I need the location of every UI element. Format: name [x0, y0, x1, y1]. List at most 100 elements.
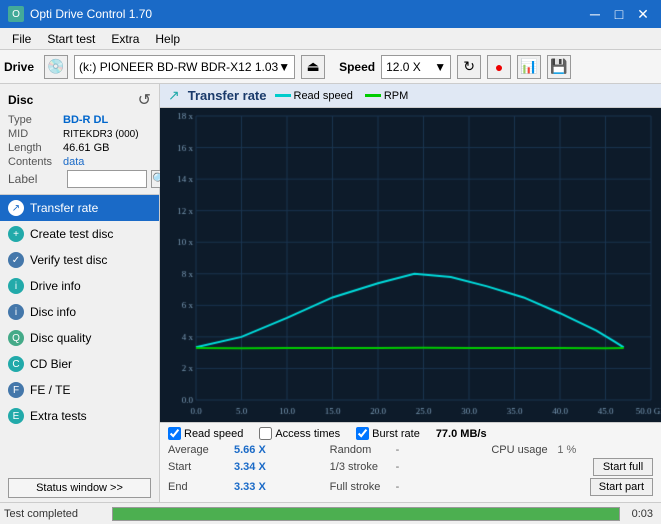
app-title: Opti Drive Control 1.70: [30, 7, 152, 21]
chart-title: Transfer rate: [188, 88, 267, 103]
menu-extra[interactable]: Extra: [103, 30, 147, 48]
extra-tests-icon: E: [8, 408, 24, 424]
chart-canvas: [160, 108, 661, 422]
stats-row-2: Start 3.34 X 1/3 stroke - Start full: [168, 458, 653, 476]
status-time: 0:03: [628, 508, 657, 520]
speed-value: 12.0 X: [386, 60, 421, 74]
burst-rate-checkbox[interactable]: Burst rate: [356, 427, 420, 440]
speed-select[interactable]: 12.0 X ▼: [381, 55, 451, 79]
read-speed-checkbox[interactable]: Read speed: [168, 427, 243, 440]
burst-rate-check[interactable]: [356, 427, 369, 440]
close-button[interactable]: ✕: [633, 4, 653, 24]
random-label: Random: [330, 444, 390, 456]
stroke13-label: 1/3 stroke: [330, 461, 390, 473]
transfer-rate-icon: ↗: [8, 200, 24, 216]
nav-disc-info[interactable]: i Disc info: [0, 299, 159, 325]
title-bar: O Opti Drive Control 1.70 ─ □ ✕: [0, 0, 661, 28]
average-col: Average 5.66 X: [168, 444, 330, 456]
contents-label: Contents: [8, 156, 63, 168]
access-times-check[interactable]: [259, 427, 272, 440]
nav-verify-test-disc-label: Verify test disc: [30, 253, 107, 267]
drive-icon-button[interactable]: 💿: [44, 55, 68, 79]
mid-value: RITEKDR3 (000): [63, 129, 139, 140]
record-button[interactable]: ●: [487, 55, 511, 79]
sidebar: Disc ↺ Type BD-R DL MID RITEKDR3 (000) L…: [0, 84, 160, 502]
eject-button[interactable]: ⏏: [301, 55, 325, 79]
start-part-button[interactable]: Start part: [590, 478, 653, 496]
legend-read-speed-color: [275, 94, 291, 97]
nav-fe-te-label: FE / TE: [30, 383, 70, 397]
verify-test-disc-icon: ✓: [8, 252, 24, 268]
stats-area: Read speed Access times Burst rate 77.0 …: [160, 422, 661, 502]
nav-drive-info[interactable]: i Drive info: [0, 273, 159, 299]
read-speed-check[interactable]: [168, 427, 181, 440]
save-button[interactable]: 💾: [547, 55, 571, 79]
burst-value: 77.0 MB/s: [436, 428, 487, 440]
start-value: 3.34 X: [234, 461, 266, 473]
status-bar: Test completed 0:03: [0, 502, 661, 524]
average-value: 5.66 X: [234, 444, 266, 456]
content-area: ↗ Transfer rate Read speed RPM: [160, 84, 661, 502]
nav-cd-bier[interactable]: C CD Bier: [0, 351, 159, 377]
create-test-disc-icon: +: [8, 226, 24, 242]
nav-disc-quality[interactable]: Q Disc quality: [0, 325, 159, 351]
chart-button[interactable]: 📊: [517, 55, 541, 79]
stats-row-3: End 3.33 X Full stroke - Start part: [168, 478, 653, 496]
stats-table: Average 5.66 X Random - CPU usage 1 % St…: [168, 444, 653, 496]
drive-select[interactable]: (k:) PIONEER BD-RW BDR-X12 1.03 ▼: [74, 55, 295, 79]
menu-file[interactable]: File: [4, 30, 39, 48]
cpu-value: 1 %: [557, 444, 576, 456]
start-full-col: Start full: [491, 458, 653, 476]
start-part-col: Start part: [491, 478, 653, 496]
stroke13-value: -: [396, 461, 400, 473]
chart-header-icon: ↗: [168, 87, 180, 104]
disc-panel: Disc ↺ Type BD-R DL MID RITEKDR3 (000) L…: [0, 84, 159, 195]
contents-value: data: [63, 156, 84, 168]
full-stroke-value: -: [396, 481, 400, 493]
refresh-button[interactable]: ↻: [457, 55, 481, 79]
full-stroke-label: Full stroke: [330, 481, 390, 493]
drive-name: (k:) PIONEER BD-RW BDR-X12 1.03: [79, 60, 278, 74]
start-full-button[interactable]: Start full: [593, 458, 653, 476]
status-window-button[interactable]: Status window >>: [8, 478, 151, 498]
menu-start-test[interactable]: Start test: [39, 30, 103, 48]
nav-fe-te[interactable]: F FE / TE: [0, 377, 159, 403]
cpu-label: CPU usage: [491, 444, 551, 456]
main-layout: Disc ↺ Type BD-R DL MID RITEKDR3 (000) L…: [0, 84, 661, 502]
end-label: End: [168, 481, 228, 493]
average-label: Average: [168, 444, 228, 456]
nav-extra-tests[interactable]: E Extra tests: [0, 403, 159, 429]
nav-create-test-disc-label: Create test disc: [30, 227, 113, 241]
disc-refresh-icon[interactable]: ↺: [138, 90, 151, 110]
checkboxes-row: Read speed Access times Burst rate 77.0 …: [168, 427, 653, 440]
minimize-button[interactable]: ─: [585, 4, 605, 24]
legend-rpm-label: RPM: [384, 90, 408, 102]
chart-container: [160, 108, 661, 422]
nav-verify-test-disc[interactable]: ✓ Verify test disc: [0, 247, 159, 273]
nav-disc-quality-label: Disc quality: [30, 331, 91, 345]
nav-disc-info-label: Disc info: [30, 305, 76, 319]
menu-help[interactable]: Help: [147, 30, 188, 48]
toolbar: Drive 💿 (k:) PIONEER BD-RW BDR-X12 1.03 …: [0, 50, 661, 84]
disc-info-icon: i: [8, 304, 24, 320]
drive-info-icon: i: [8, 278, 24, 294]
stroke13-col: 1/3 stroke -: [330, 458, 492, 476]
disc-quality-icon: Q: [8, 330, 24, 346]
maximize-button[interactable]: □: [609, 4, 629, 24]
cpu-col: CPU usage 1 %: [491, 444, 653, 456]
status-text: Test completed: [4, 508, 104, 520]
drive-label: Drive: [4, 60, 38, 74]
nav-create-test-disc[interactable]: + Create test disc: [0, 221, 159, 247]
type-value: BD-R DL: [63, 114, 108, 126]
start-label: Start: [168, 461, 228, 473]
access-times-checkbox[interactable]: Access times: [259, 427, 340, 440]
legend-rpm: RPM: [365, 90, 408, 102]
nav-transfer-rate[interactable]: ↗ Transfer rate: [0, 195, 159, 221]
menu-bar: File Start test Extra Help: [0, 28, 661, 50]
full-stroke-col: Full stroke -: [330, 478, 492, 496]
start-col: Start 3.34 X: [168, 458, 330, 476]
end-col: End 3.33 X: [168, 478, 330, 496]
label-input[interactable]: [67, 170, 147, 188]
progress-bar-fill: [113, 508, 619, 520]
nav-items: ↗ Transfer rate + Create test disc ✓ Ver…: [0, 195, 159, 474]
